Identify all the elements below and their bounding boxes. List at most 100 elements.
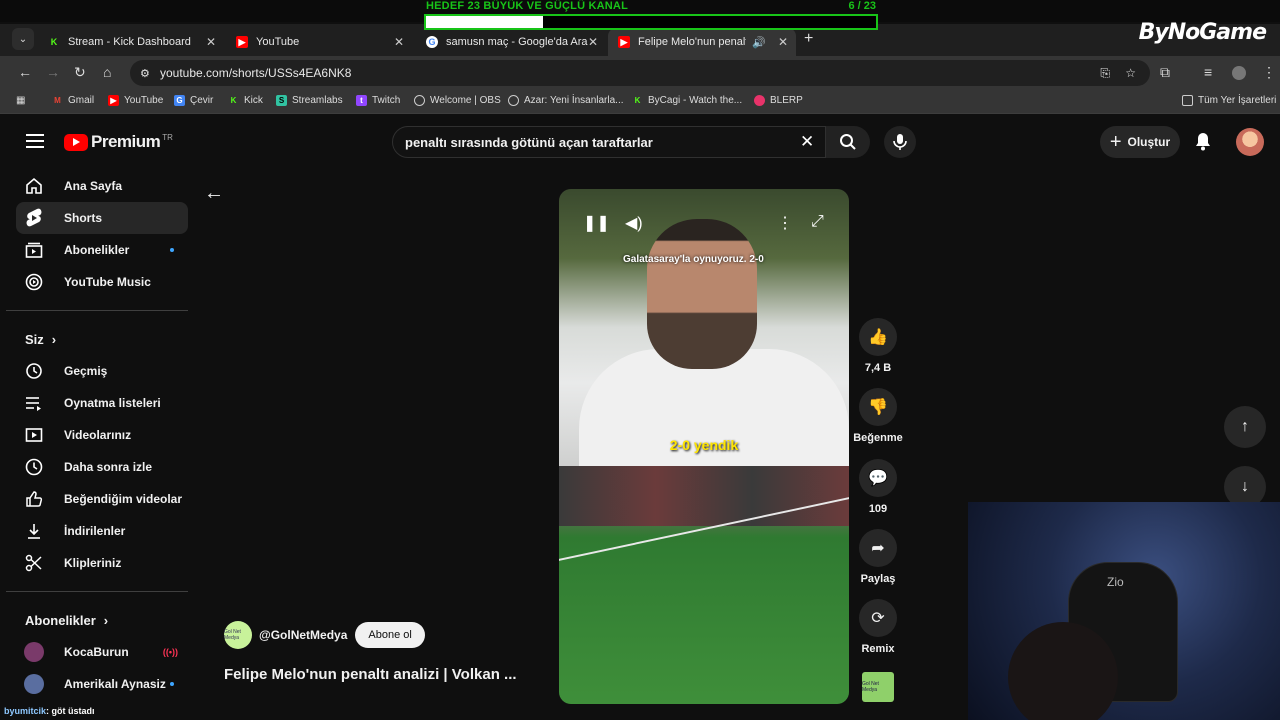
share-button[interactable]: ➦ Paylaş	[850, 529, 906, 585]
all-bookmarks-folder[interactable]: Tüm Yer İşaretleri	[1182, 95, 1276, 106]
bookmark-gmail[interactable]: M Gmail	[52, 95, 94, 106]
back-icon[interactable]: ←	[18, 64, 32, 80]
tab-shorts-active[interactable]: ▶ Felipe Melo'nun penaltı ana 🔊 ✕	[608, 28, 796, 56]
close-icon[interactable]: ✕	[778, 35, 788, 49]
account-avatar[interactable]	[1236, 128, 1264, 156]
close-icon[interactable]: ✕	[588, 35, 598, 49]
dislike-button[interactable]: 👎 Beğenme	[850, 388, 906, 444]
pitch-stands	[559, 466, 849, 526]
close-icon[interactable]: ✕	[394, 35, 404, 49]
tab-google-search[interactable]: G samusn maç - Google'da Ara ✕	[416, 28, 606, 56]
previous-short-button[interactable]: ↑	[1224, 406, 1266, 448]
back-arrow-icon[interactable]: ←	[204, 182, 224, 205]
channel-avatar	[24, 642, 44, 662]
notifications-button[interactable]	[1194, 131, 1212, 156]
video-caption-top: Galatasaray'la oynuyoruz. 2-0	[623, 254, 764, 265]
dislike-label: Beğenme	[853, 432, 903, 444]
sidebar-item-subscriptions[interactable]: Abonelikler	[16, 234, 188, 266]
sidebar-item-liked-videos[interactable]: Beğendiğim videolar	[16, 483, 188, 515]
profile-icon[interactable]	[1232, 66, 1246, 80]
new-tab-button[interactable]: +	[804, 30, 813, 48]
extensions-icon[interactable]: ⧉	[1160, 64, 1170, 81]
bookmark-azar[interactable]: Azar: Yeni İnsanlarla...	[508, 95, 624, 106]
tab-youtube[interactable]: ▶ YouTube ✕	[226, 28, 412, 56]
bookmark-twitch[interactable]: t Twitch	[356, 95, 400, 106]
bookmark-obs[interactable]: Welcome | OBS	[414, 95, 501, 106]
sidebar-item-home[interactable]: Ana Sayfa	[16, 170, 188, 202]
bookmark-blerp[interactable]: BLERP	[754, 95, 803, 106]
youtube-premium-logo[interactable]: Premium TR	[64, 132, 173, 152]
hamburger-menu-icon[interactable]	[26, 134, 44, 148]
audio-playing-icon[interactable]: 🔊	[752, 36, 766, 49]
volume-icon[interactable]: ◀)	[625, 213, 643, 233]
section-header-you[interactable]: Siz ›	[0, 323, 200, 355]
install-app-icon[interactable]: ⎘	[1100, 66, 1110, 81]
url-input[interactable]: ⚙ youtube.com/shorts/USSs4EA6NK8 ⎘ ☆	[130, 60, 1150, 86]
section-header-subscriptions[interactable]: Abonelikler ›	[0, 604, 200, 636]
media-control-icon[interactable]: ≡	[1204, 64, 1212, 80]
sidebar-item-history[interactable]: Geçmiş	[16, 355, 188, 387]
comment-count: 109	[868, 503, 888, 515]
search-input[interactable]: penaltı sırasında götünü açan taraftarla…	[392, 126, 826, 158]
shorts-video-player[interactable]: Galatasaray'la oynuyoruz. 2-0 2-0 yendik…	[559, 189, 849, 704]
divider	[6, 310, 188, 311]
fullscreen-icon[interactable]: ⤢	[811, 213, 824, 231]
comments-button[interactable]: 💬 109	[850, 459, 906, 515]
create-button[interactable]: + Oluştur	[1100, 126, 1180, 158]
like-icon	[24, 489, 44, 509]
apps-grid-icon[interactable]: ▦	[16, 95, 25, 106]
forward-icon[interactable]: →	[46, 64, 60, 80]
sidebar-sub-amerikali-aynasiz[interactable]: Amerikalı Aynasiz	[16, 668, 188, 700]
webcam-overlay: Zio	[968, 502, 1280, 720]
video-title[interactable]: Felipe Melo'nun penaltı analizi | Volkan…	[224, 666, 517, 683]
bookmark-star-icon[interactable]: ☆	[1125, 66, 1136, 80]
close-icon[interactable]: ✕	[206, 35, 216, 49]
sidebar-item-your-videos[interactable]: Videolarınız	[16, 419, 188, 451]
tab-search-button[interactable]: ⌄	[12, 28, 34, 50]
sidebar-sub-kocaburun[interactable]: KocaBurun ((•))	[16, 636, 188, 668]
more-options-icon[interactable]: ⋮	[777, 213, 793, 233]
search-button[interactable]	[826, 126, 870, 158]
sidebar-item-shorts[interactable]: Shorts	[16, 202, 188, 234]
bookmark-kick[interactable]: K Kick	[228, 95, 263, 106]
channel-avatar[interactable]: Gol Net Medya	[224, 621, 252, 649]
bookmark-streamlabs[interactable]: S Streamlabs	[276, 95, 343, 106]
sidebar-item-youtube-music[interactable]: YouTube Music	[16, 266, 188, 298]
menu-kebab-icon[interactable]: ⋮	[1262, 64, 1276, 81]
twitch-icon: t	[356, 95, 367, 106]
voice-search-button[interactable]	[884, 126, 916, 158]
site-info-icon[interactable]: ⚙	[140, 67, 150, 80]
new-content-dot	[170, 682, 174, 686]
arrow-up-icon: ↑	[1241, 418, 1249, 435]
streamer-logo: ByNoGame	[1138, 20, 1267, 45]
sidebar-item-label: KocaBurun	[64, 645, 129, 659]
create-label: Oluştur	[1127, 135, 1171, 149]
playlist-icon	[24, 393, 44, 413]
sidebar-item-label: YouTube Music	[64, 275, 151, 289]
pause-icon[interactable]: ❚❚	[583, 213, 610, 233]
video-caption-main: 2-0 yendik	[669, 437, 739, 453]
chevron-right-icon: ›	[103, 612, 109, 628]
sidebar-item-downloads[interactable]: İndirilenler	[16, 515, 188, 547]
bookmark-bycagi[interactable]: K ByCagi - Watch the...	[632, 95, 743, 106]
channel-name[interactable]: @GolNetMedya	[259, 628, 347, 642]
bookmark-translate[interactable]: G Çevir	[174, 95, 213, 106]
home-icon[interactable]: ⌂	[103, 64, 111, 80]
reload-icon[interactable]: ↻	[74, 64, 86, 81]
sidebar-item-playlists[interactable]: Oynatma listeleri	[16, 387, 188, 419]
sidebar-item-watch-later[interactable]: Daha sonra izle	[16, 451, 188, 483]
bookmark-youtube[interactable]: ▶ YouTube	[108, 95, 163, 106]
thumbs-down-icon: 👎	[859, 388, 897, 426]
bookmark-label: Twitch	[372, 95, 401, 106]
tab-kick-dashboard[interactable]: K Stream - Kick Dashboard ✕	[38, 28, 224, 56]
bell-icon	[1196, 133, 1210, 151]
subscribe-button[interactable]: Abone ol	[355, 622, 425, 648]
like-count: 7,4 B	[864, 362, 892, 374]
clear-search-icon[interactable]: ✕	[800, 132, 814, 152]
sidebar-item-clips[interactable]: Klipleriniz	[16, 547, 188, 579]
shorts-icon	[24, 208, 44, 228]
like-button[interactable]: 👍 7,4 B	[850, 318, 906, 374]
sound-thumbnail[interactable]: Gol Net Medya	[862, 672, 894, 702]
sidebar-item-label: Abonelikler	[64, 243, 130, 257]
remix-button[interactable]: ⟳ Remix	[850, 599, 906, 655]
